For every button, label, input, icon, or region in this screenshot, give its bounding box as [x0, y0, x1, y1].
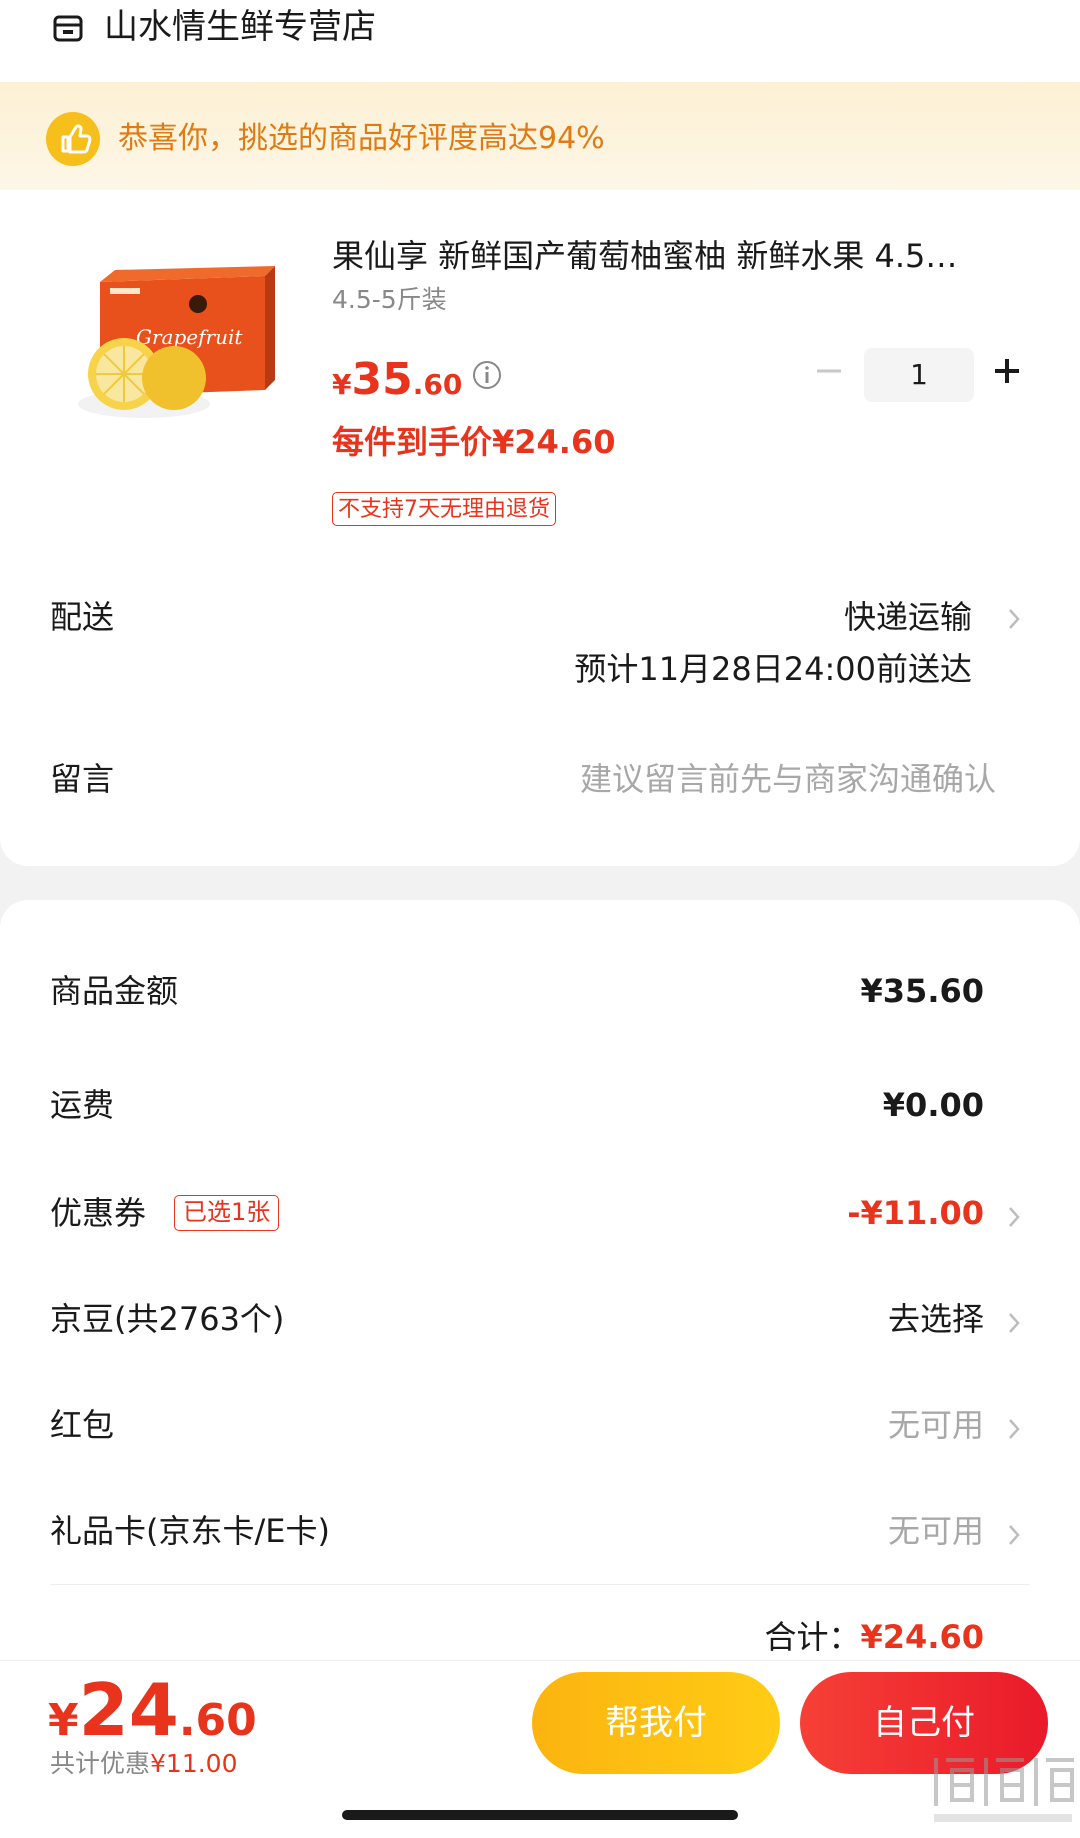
- gift-card-label: 礼品卡(京东卡/E卡): [50, 1512, 330, 1550]
- divider: [50, 1584, 1030, 1585]
- home-indicator: [342, 1810, 738, 1820]
- pay-decimal: .60: [178, 1695, 257, 1746]
- total-row: 合计：¥24.60: [765, 1612, 985, 1662]
- total-label: 合计：: [764, 1618, 861, 1656]
- red-packet-value[interactable]: 无可用: [888, 1400, 984, 1450]
- chevron-right-icon[interactable]: [1006, 1520, 1022, 1550]
- discount-label: 共计优惠: [50, 1749, 151, 1778]
- svg-text:Grapefruit: Grapefruit: [136, 325, 243, 349]
- chevron-right-icon[interactable]: [1006, 1308, 1022, 1338]
- product-price: ¥35.60: [332, 350, 462, 419]
- help-pay-button[interactable]: 帮我付: [532, 1672, 780, 1774]
- delivery-label: 配送: [50, 598, 115, 636]
- return-policy-tag: 不支持7天无理由退货: [332, 492, 556, 526]
- goods-amount-value: ¥35.60: [860, 972, 984, 1010]
- price-integer: 35: [351, 354, 413, 405]
- goods-amount-label: 商品金额: [50, 972, 179, 1010]
- jd-beans-value[interactable]: 去选择: [888, 1294, 984, 1344]
- coupon-tag: 已选1张: [174, 1195, 280, 1231]
- delivery-method[interactable]: 快递运输: [844, 592, 972, 642]
- store-icon: [53, 15, 83, 42]
- coupon-value[interactable]: -¥11.00: [847, 1188, 984, 1238]
- quantity-input[interactable]: 1: [864, 348, 974, 402]
- minus-button[interactable]: [814, 356, 844, 386]
- shipping-label: 运费: [50, 1086, 115, 1124]
- coupon-label: 优惠券: [50, 1194, 147, 1232]
- price-decimal: .60: [412, 368, 463, 401]
- total-value: ¥24.60: [860, 1618, 984, 1656]
- chevron-right-icon[interactable]: [1006, 1202, 1022, 1232]
- product-image[interactable]: Grapefruit: [70, 262, 280, 430]
- discount-value: ¥11.00: [150, 1749, 238, 1778]
- chevron-right-icon[interactable]: [1006, 604, 1022, 634]
- product-title[interactable]: 果仙享 新鲜国产葡萄柚蜜柚 新鲜水果 4.5…: [332, 232, 1032, 280]
- thumbs-up-icon: [46, 112, 100, 166]
- gift-card-value[interactable]: 无可用: [888, 1506, 984, 1556]
- info-icon[interactable]: [472, 360, 502, 390]
- pay-symbol: ¥: [48, 1695, 79, 1746]
- product-spec[interactable]: 4.5-5斤装: [332, 280, 447, 320]
- chevron-right-icon[interactable]: [1006, 1414, 1022, 1444]
- jd-beans-label: 京豆(共2763个): [50, 1300, 285, 1338]
- shipping-value: ¥0.00: [882, 1086, 984, 1124]
- red-packet-label: 红包: [50, 1406, 115, 1444]
- message-label: 留言: [50, 760, 115, 798]
- watermark-logo: [934, 1758, 1074, 1822]
- price-symbol: ¥: [332, 368, 352, 401]
- discount-summary: 共计优惠¥11.00: [50, 1744, 238, 1784]
- unit-price: 每件到手价¥24.60: [332, 423, 616, 461]
- store-name[interactable]: 山水情生鲜专营店: [104, 2, 376, 52]
- promo-text: 恭喜你，挑选的商品好评度高达94%: [118, 121, 605, 156]
- message-input[interactable]: 建议留言前先与商家沟通确认: [580, 754, 996, 804]
- delivery-eta: 预计11月28日24:00前送达: [574, 650, 972, 688]
- pay-integer: 24: [78, 1668, 179, 1752]
- plus-button[interactable]: [992, 356, 1022, 386]
